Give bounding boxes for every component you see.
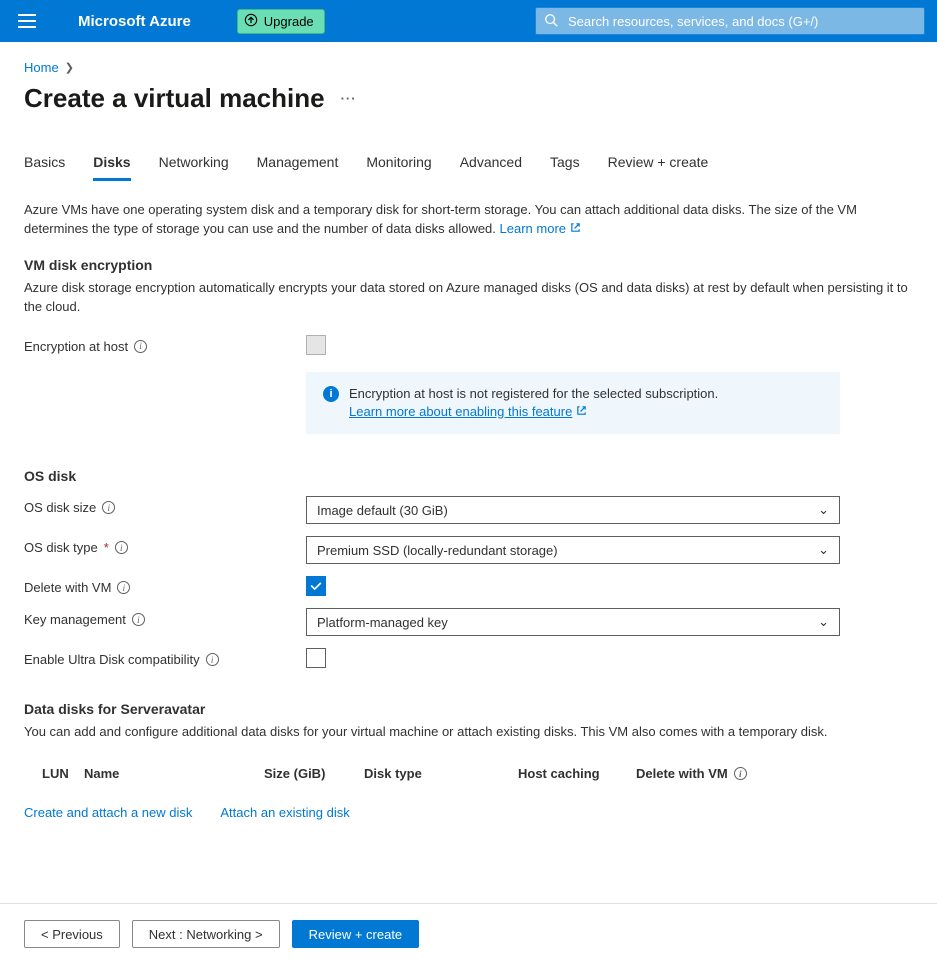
encryption-at-host-label: Encryption at host i (24, 335, 306, 354)
encryption-callout: i Encryption at host is not registered f… (306, 372, 840, 435)
os-disk-type-value: Premium SSD (locally-redundant storage) (317, 543, 558, 558)
col-name: Name (84, 766, 264, 781)
col-size: Size (GiB) (264, 766, 364, 781)
os-disk-size-value: Image default (30 GiB) (317, 503, 448, 518)
key-management-select[interactable]: Platform-managed key ⌄ (306, 608, 840, 636)
tab-management[interactable]: Management (257, 154, 339, 181)
previous-button[interactable]: < Previous (24, 920, 120, 948)
os-disk-type-select[interactable]: Premium SSD (locally-redundant storage) … (306, 536, 840, 564)
encryption-callout-link[interactable]: Learn more about enabling this feature (349, 404, 587, 419)
tab-disks[interactable]: Disks (93, 154, 130, 181)
upgrade-button[interactable]: Upgrade (237, 9, 325, 34)
upgrade-arrow-icon (244, 13, 258, 30)
attach-existing-disk-link[interactable]: Attach an existing disk (220, 805, 349, 820)
col-delete: Delete with VM i (636, 766, 913, 781)
col-cache: Host caching (518, 766, 636, 781)
hamburger-menu-icon[interactable] (12, 8, 42, 34)
col-type: Disk type (364, 766, 518, 781)
section-title-os-disk: OS disk (24, 468, 913, 484)
tab-tags[interactable]: Tags (550, 154, 580, 181)
create-attach-disk-link[interactable]: Create and attach a new disk (24, 805, 192, 820)
wizard-footer: < Previous Next : Networking > Review + … (0, 903, 937, 964)
col-lun: LUN (24, 766, 84, 781)
intro-learn-more-link[interactable]: Learn more (500, 221, 581, 236)
key-management-label: Key management i (24, 608, 306, 627)
more-actions-button[interactable]: ··· (341, 91, 357, 106)
breadcrumb: Home ❯ (24, 60, 913, 75)
section-title-encryption: VM disk encryption (24, 257, 913, 273)
os-disk-size-label: OS disk size i (24, 496, 306, 515)
encryption-at-host-checkbox (306, 335, 326, 355)
chevron-down-icon: ⌄ (818, 502, 829, 518)
tab-monitoring[interactable]: Monitoring (366, 154, 431, 181)
breadcrumb-home[interactable]: Home (24, 60, 59, 75)
delete-with-vm-label: Delete with VM i (24, 576, 306, 595)
delete-with-vm-checkbox[interactable] (306, 576, 326, 596)
os-disk-type-label: OS disk type * i (24, 536, 306, 555)
ultra-disk-label: Enable Ultra Disk compatibility i (24, 648, 306, 667)
info-icon[interactable]: i (115, 541, 128, 554)
info-icon[interactable]: i (206, 653, 219, 666)
global-search[interactable] (535, 7, 925, 35)
review-create-button[interactable]: Review + create (292, 920, 420, 948)
top-nav: Microsoft Azure Upgrade (0, 0, 937, 42)
tab-networking[interactable]: Networking (159, 154, 229, 181)
external-link-icon (570, 220, 581, 239)
chevron-right-icon: ❯ (65, 61, 74, 74)
section-title-data-disks: Data disks for Serveravatar (24, 701, 913, 717)
data-disks-table: LUN Name Size (GiB) Disk type Host cachi… (24, 760, 913, 787)
info-icon[interactable]: i (734, 767, 747, 780)
chevron-down-icon: ⌄ (818, 614, 829, 630)
data-disks-desc: You can add and configure additional dat… (24, 723, 913, 742)
ultra-disk-checkbox[interactable] (306, 648, 326, 668)
page-title: Create a virtual machine (24, 83, 325, 114)
key-management-value: Platform-managed key (317, 615, 448, 630)
info-icon[interactable]: i (102, 501, 115, 514)
next-button[interactable]: Next : Networking > (132, 920, 280, 948)
search-input[interactable] (566, 13, 916, 30)
tab-review-create[interactable]: Review + create (608, 154, 709, 181)
tab-advanced[interactable]: Advanced (460, 154, 522, 181)
brand-label: Microsoft Azure (78, 13, 191, 30)
info-icon[interactable]: i (134, 340, 147, 353)
tab-basics[interactable]: Basics (24, 154, 65, 181)
chevron-down-icon: ⌄ (818, 542, 829, 558)
encryption-callout-text: Encryption at host is not registered for… (349, 385, 718, 403)
upgrade-button-label: Upgrade (264, 14, 314, 29)
wizard-tabs: Basics Disks Networking Management Monitorin… (24, 154, 913, 181)
intro-text: Azure VMs have one operating system disk… (24, 201, 913, 239)
os-disk-size-select[interactable]: Image default (30 GiB) ⌄ (306, 496, 840, 524)
info-icon[interactable]: i (117, 581, 130, 594)
info-bullet-icon: i (323, 386, 339, 402)
external-link-icon (576, 403, 587, 421)
info-icon[interactable]: i (132, 613, 145, 626)
search-icon (544, 13, 558, 30)
encryption-desc: Azure disk storage encryption automatica… (24, 279, 913, 317)
